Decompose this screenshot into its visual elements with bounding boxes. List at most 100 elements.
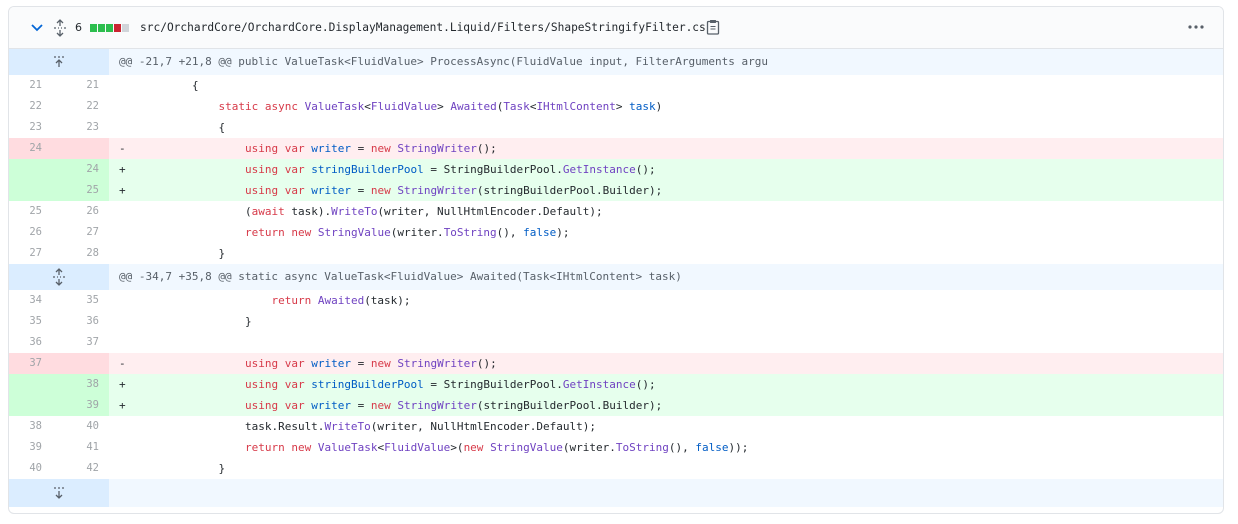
unfold-icon (53, 268, 65, 286)
new-line-number[interactable]: 42 (59, 458, 109, 479)
old-line-number[interactable]: 26 (9, 222, 59, 243)
new-line-number[interactable]: 23 (59, 117, 109, 138)
code-line: return Awaited(task); (271, 294, 411, 307)
file-header: 6 src/OrchardCore/OrchardCore.DisplayMan… (9, 7, 1223, 49)
hunk-header (9, 479, 1223, 507)
new-line-number[interactable]: 37 (59, 332, 109, 353)
new-line-number[interactable]: 39 (59, 395, 109, 416)
context-line: 35 36 } (9, 311, 1223, 332)
new-line-number[interactable]: 36 (59, 311, 109, 332)
diffstat-square (106, 24, 113, 32)
new-line-number[interactable]: 38 (59, 374, 109, 395)
hunk-header: @@ -34,7 +35,8 @@ static async ValueTask… (9, 264, 1223, 290)
old-line-number[interactable]: 39 (9, 437, 59, 458)
old-line-number[interactable]: 24 (9, 138, 59, 159)
context-line: 39 41 return new ValueTask<FluidValue>(ne… (9, 437, 1223, 458)
diffstat-square (122, 24, 129, 32)
fold-up-icon (54, 56, 64, 67)
code-line: - using var writer = new StringWriter(); (109, 353, 1223, 374)
new-line-number[interactable]: 22 (59, 96, 109, 117)
added-line: 25 + using var writer = new StringWriter(… (9, 180, 1223, 201)
old-line-number[interactable]: 36 (9, 332, 59, 353)
context-line: 22 22 static async ValueTask<FluidValue> … (9, 96, 1223, 117)
old-line-number[interactable]: 38 (9, 416, 59, 437)
old-line-number[interactable]: 22 (9, 96, 59, 117)
old-line-number[interactable] (9, 180, 59, 201)
hunk-header-text (109, 479, 1223, 507)
clipboard-icon[interactable] (706, 19, 720, 35)
old-line-number[interactable]: 25 (9, 201, 59, 222)
code-line: } (139, 462, 226, 475)
code-line: - using var writer = new StringWriter(); (109, 138, 1223, 159)
expand-both-button[interactable] (9, 264, 109, 290)
code-line: (await task).WriteTo(writer, NullHtmlEnc… (139, 205, 603, 218)
code-line: return new ValueTask<FluidValue>(new Str… (244, 441, 749, 454)
old-line-number[interactable]: 34 (9, 290, 59, 311)
expand-up-button[interactable] (9, 49, 109, 75)
context-line: 40 42 } (9, 458, 1223, 479)
diffstat-square (114, 24, 121, 32)
old-line-number[interactable] (9, 159, 59, 180)
code-line: + using var stringBuilderPool = StringBu… (109, 159, 1223, 180)
new-line-number[interactable]: 41 (59, 437, 109, 458)
code-line: + using var writer = new StringWriter(st… (109, 180, 1223, 201)
context-line: 21 21 { (9, 75, 1223, 96)
new-line-number[interactable] (59, 138, 109, 159)
fold-down-icon (54, 487, 64, 499)
added-line: 39 + using var writer = new StringWriter(… (9, 395, 1223, 416)
hunk-header-text: @@ -21,7 +21,8 @@ public ValueTask<Fluid… (119, 55, 769, 68)
new-line-number[interactable]: 26 (59, 201, 109, 222)
context-line: 34 35 return Awaited(task); (9, 290, 1223, 311)
diff-marker: + (119, 163, 126, 176)
context-line: 23 23 { (9, 117, 1223, 138)
old-line-number[interactable]: 40 (9, 458, 59, 479)
new-line-number[interactable] (59, 353, 109, 374)
diff-marker: + (119, 184, 126, 197)
new-line-number[interactable]: 35 (59, 290, 109, 311)
code-line: { (139, 79, 199, 92)
diff-marker: - (119, 142, 126, 155)
hunk-header: @@ -21,7 +21,8 @@ public ValueTask<Fluid… (9, 49, 1223, 75)
code-line: { (139, 121, 226, 134)
added-line: 38 + using var stringBuilderPool = String… (9, 374, 1223, 395)
new-line-number[interactable]: 21 (59, 75, 109, 96)
old-line-number[interactable] (9, 374, 59, 395)
chevron-down-icon[interactable] (30, 22, 44, 34)
code-line: static async ValueTask<FluidValue> Await… (218, 100, 663, 113)
context-line: 38 40 task.Result.WriteTo(writer, NullHtm… (9, 416, 1223, 437)
old-line-number[interactable]: 37 (9, 353, 59, 374)
code-line: } (139, 247, 226, 260)
diff-marker: + (119, 378, 126, 391)
added-line: 24 + using var stringBuilderPool = String… (9, 159, 1223, 180)
old-line-number[interactable]: 35 (9, 311, 59, 332)
old-line-number[interactable]: 27 (9, 243, 59, 264)
expand-down-button[interactable] (9, 479, 109, 507)
new-line-number[interactable]: 27 (59, 222, 109, 243)
kebab-horizontal-icon[interactable] (1187, 20, 1205, 34)
hunk-header-text: @@ -34,7 +35,8 @@ static async ValueTask… (119, 270, 682, 283)
code-line: + using var stringBuilderPool = StringBu… (109, 374, 1223, 395)
diffstat-square (98, 24, 105, 32)
code-line: return new StringValue(writer.ToString()… (244, 226, 570, 239)
deleted-line: 37 - using var writer = new StringWriter(… (9, 353, 1223, 374)
change-count: 6 (75, 21, 82, 34)
code-line: } (139, 315, 252, 328)
old-line-number[interactable]: 23 (9, 117, 59, 138)
new-line-number[interactable]: 25 (59, 180, 109, 201)
new-line-number[interactable]: 40 (59, 416, 109, 437)
context-line: 26 27 return new StringValue(writer.ToStr… (9, 222, 1223, 243)
deleted-line: 24 - using var writer = new StringWriter(… (9, 138, 1223, 159)
diffstat-bar (90, 24, 129, 32)
new-line-number[interactable]: 28 (59, 243, 109, 264)
new-line-number[interactable]: 24 (59, 159, 109, 180)
old-line-number[interactable] (9, 395, 59, 416)
diff-table: @@ -21,7 +21,8 @@ public ValueTask<Fluid… (9, 49, 1223, 507)
diff-marker: + (119, 399, 126, 412)
context-line: 27 28 } (9, 243, 1223, 264)
old-line-number[interactable]: 21 (9, 75, 59, 96)
unfold-icon[interactable] (53, 19, 67, 37)
diff-file: 6 src/OrchardCore/OrchardCore.DisplayMan… (8, 6, 1224, 514)
diffstat-square (90, 24, 97, 32)
file-path[interactable]: src/OrchardCore/OrchardCore.DisplayManag… (140, 21, 706, 34)
